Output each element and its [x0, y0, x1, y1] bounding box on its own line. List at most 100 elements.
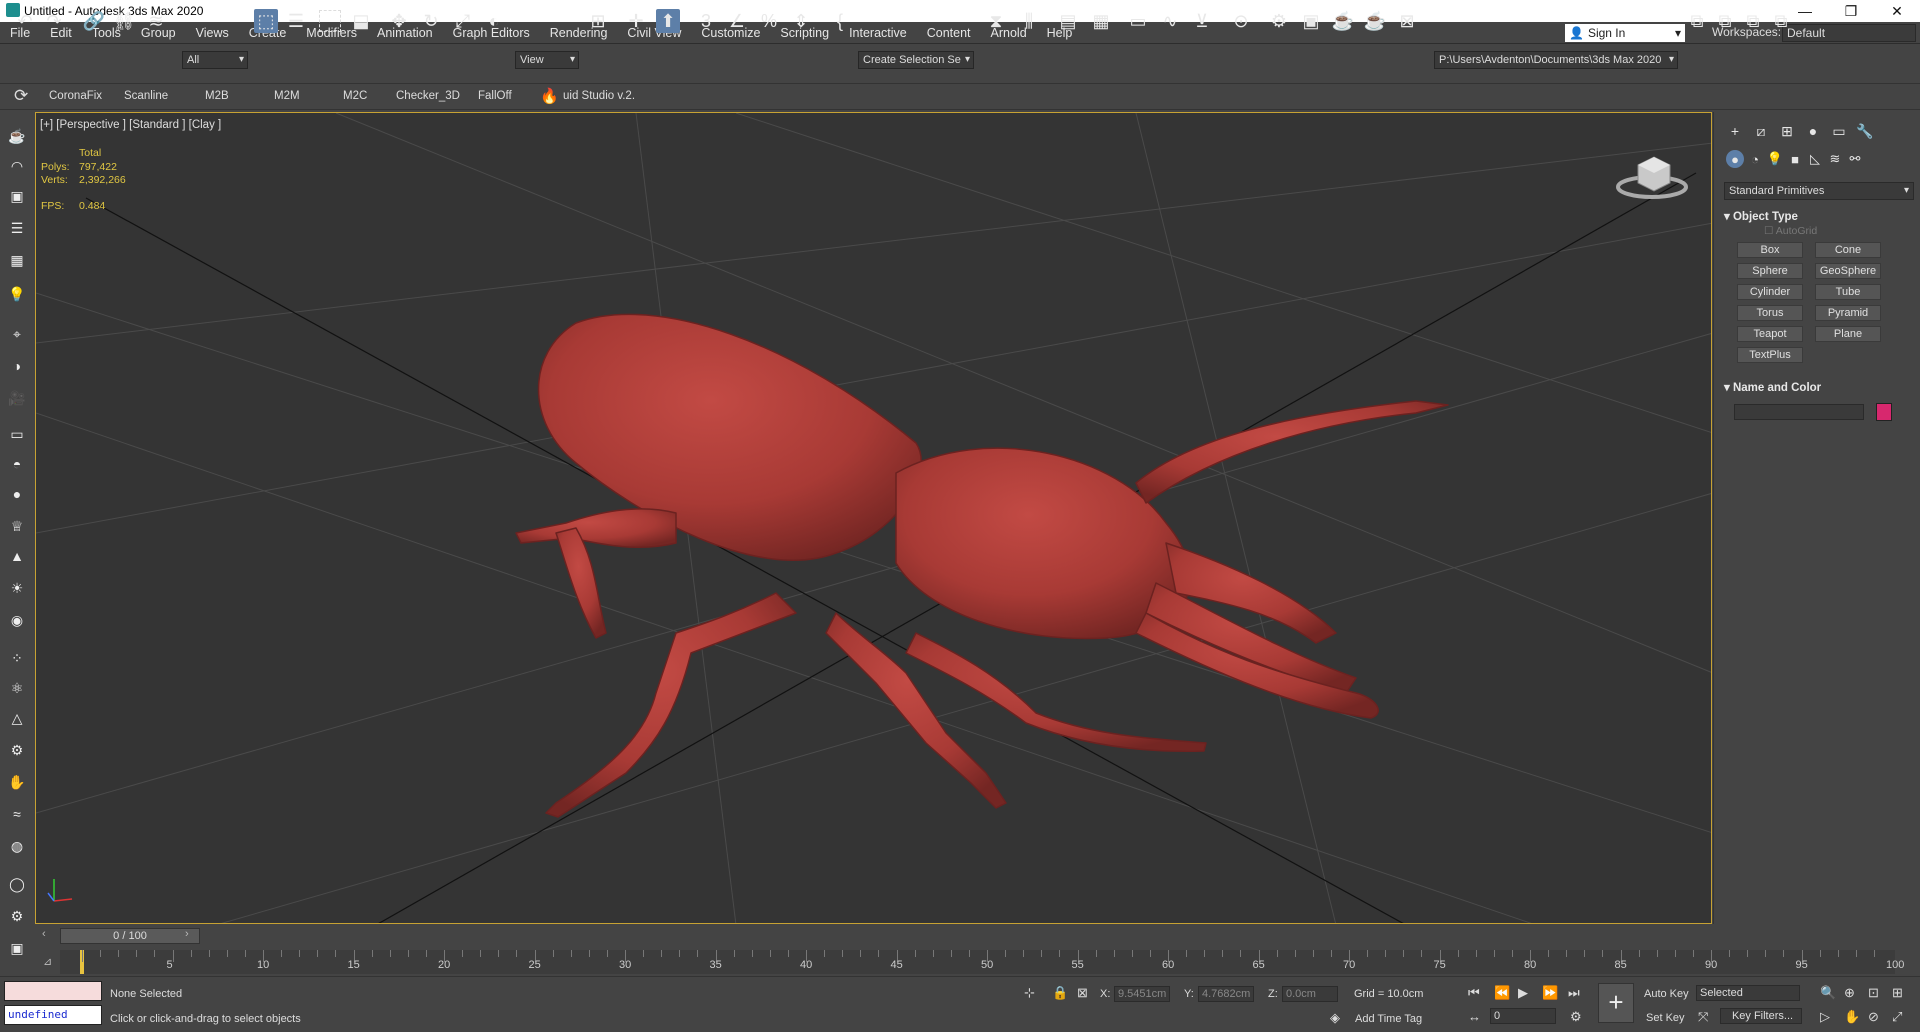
- molecule-icon[interactable]: ⚛: [7, 678, 27, 698]
- restore-icon[interactable]: ❐: [1828, 0, 1874, 22]
- object-name-input[interactable]: [1734, 404, 1864, 420]
- helper-icon[interactable]: ◑: [7, 356, 27, 376]
- absolute-mode-icon[interactable]: ⊠: [1077, 985, 1088, 1001]
- curve-editor-icon[interactable]: ∿: [1158, 9, 1182, 33]
- container-close-icon[interactable]: ⧉: [1741, 9, 1765, 33]
- object-type-rollout[interactable]: ▾ Object Type: [1724, 209, 1914, 223]
- angle-snap-icon[interactable]: ∠: [725, 9, 749, 33]
- y-coordinate-field[interactable]: 4.7682cm: [1198, 986, 1254, 1002]
- cameras-icon[interactable]: ■: [1786, 150, 1804, 168]
- camera-icon[interactable]: ⌖: [7, 324, 27, 344]
- edit-named-selection-icon[interactable]: {: [828, 9, 852, 33]
- hair-icon[interactable]: ≈: [7, 804, 27, 824]
- key-filters-button[interactable]: Key Filters...: [1720, 1008, 1802, 1024]
- dome-icon[interactable]: ◓: [7, 454, 27, 474]
- pan-icon[interactable]: ✋: [1844, 1009, 1860, 1025]
- z-coordinate-field[interactable]: 0.0cm: [1282, 986, 1338, 1002]
- helpers-icon[interactable]: ◺: [1806, 150, 1824, 168]
- box-icon[interactable]: ▭: [7, 424, 27, 444]
- list-icon[interactable]: ☰: [7, 218, 27, 238]
- gear-icon[interactable]: ⚙: [7, 740, 27, 760]
- set-key-mode-icon[interactable]: ⤧: [1698, 1009, 1708, 1025]
- isolate-selection-icon[interactable]: ⊹: [1024, 985, 1035, 1001]
- settings-icon[interactable]: ⚙: [7, 906, 27, 926]
- object-category-dropdown[interactable]: Standard Primitives: [1724, 182, 1914, 200]
- tool-m2m[interactable]: M2M: [274, 90, 300, 102]
- material-ball-icon[interactable]: ◉: [7, 610, 27, 630]
- maxscript-output[interactable]: undefined: [4, 1005, 102, 1025]
- project-folder-dropdown[interactable]: P:\Users\Avdenton\Documents\3ds Max 2020: [1434, 51, 1678, 69]
- play-icon[interactable]: ▶: [1518, 985, 1528, 1001]
- zoom-icon[interactable]: 🔍: [1820, 985, 1836, 1001]
- curve-editor-mini-icon[interactable]: ⊿: [43, 955, 52, 968]
- selection-filter-dropdown[interactable]: All: [182, 51, 248, 69]
- key-mode-dropdown[interactable]: Selected: [1696, 985, 1800, 1001]
- geometry-icon[interactable]: ●: [1726, 150, 1744, 168]
- zoom-extents-all-icon[interactable]: ⊞: [1892, 985, 1903, 1001]
- snaps-toggle-icon[interactable]: 3: [694, 9, 718, 33]
- shapes-icon[interactable]: ◔: [1746, 150, 1764, 168]
- material-editor-icon[interactable]: ⊙: [1229, 9, 1253, 33]
- set-key-big-button[interactable]: +: [1598, 983, 1634, 1023]
- schematic-view-icon[interactable]: ⊻: [1190, 9, 1214, 33]
- torus-button[interactable]: Torus: [1737, 305, 1803, 321]
- zoom-extents-icon[interactable]: ⊡: [1868, 985, 1879, 1001]
- window-crossing-icon[interactable]: ⬓: [349, 9, 373, 33]
- reference-coordinate-dropdown[interactable]: View: [515, 51, 579, 69]
- pivot-center-icon[interactable]: ⊞: [586, 9, 610, 33]
- viewcube-icon[interactable]: [1616, 147, 1692, 201]
- time-slider[interactable]: 0 / 100: [60, 928, 200, 944]
- placement-icon[interactable]: ◐: [482, 9, 506, 33]
- tool-fluid-studio[interactable]: uid Studio v.2.: [563, 90, 635, 102]
- rotate-icon[interactable]: ↻: [419, 9, 443, 33]
- plane-button[interactable]: Plane: [1815, 326, 1881, 342]
- box-button[interactable]: Box: [1737, 242, 1803, 258]
- modify-tab-icon[interactable]: ⧄: [1752, 122, 1770, 140]
- basket-icon[interactable]: ♕: [7, 516, 27, 536]
- prev-frame-icon[interactable]: ‹: [42, 928, 46, 940]
- tool-scanline[interactable]: Scanline: [124, 90, 168, 102]
- move-icon[interactable]: ✥: [387, 9, 411, 33]
- named-selection-dropdown[interactable]: Create Selection Se: [858, 51, 974, 69]
- globe-icon[interactable]: ◯: [7, 874, 27, 894]
- systems-icon[interactable]: ⚯: [1846, 150, 1864, 168]
- next-frame-icon[interactable]: ⏩: [1542, 985, 1558, 1001]
- fire-icon[interactable]: 🔥: [540, 87, 559, 105]
- cone-icon[interactable]: ▲: [7, 546, 27, 566]
- toggle-ribbon-icon[interactable]: ▭: [1126, 9, 1150, 33]
- tool-m2b[interactable]: M2B: [205, 90, 229, 102]
- set-key-button[interactable]: Set Key: [1646, 1012, 1685, 1024]
- textplus-button[interactable]: TextPlus: [1737, 347, 1803, 363]
- tool-checker-3d[interactable]: Checker_3D: [396, 90, 460, 102]
- bind-space-warp-icon[interactable]: ≋: [144, 9, 168, 33]
- render-production-icon[interactable]: ☕: [1331, 9, 1355, 33]
- tool-m2c[interactable]: M2C: [343, 90, 367, 102]
- key-mode-icon[interactable]: ↔: [1468, 1009, 1481, 1024]
- particles-icon[interactable]: ⁘: [7, 648, 27, 668]
- render-icon[interactable]: ▣: [7, 938, 27, 958]
- previous-frame-icon[interactable]: ⏪: [1494, 985, 1510, 1001]
- goto-start-icon[interactable]: ⏮: [1468, 985, 1480, 1001]
- sphere-button[interactable]: Sphere: [1737, 263, 1803, 279]
- lights-icon[interactable]: 💡: [1766, 150, 1784, 168]
- menu-views[interactable]: Views: [186, 22, 239, 44]
- selection-lock-icon[interactable]: 🔒: [1052, 985, 1068, 1001]
- teapot-icon[interactable]: ☕: [7, 126, 27, 146]
- workspace-dropdown[interactable]: Default: [1782, 24, 1916, 42]
- grid-icon[interactable]: ▦: [7, 250, 27, 270]
- container-icon[interactable]: ⧉: [1685, 9, 1709, 33]
- close-icon[interactable]: ✕: [1874, 0, 1920, 22]
- x-coordinate-field[interactable]: 9.5451cm: [1114, 986, 1170, 1002]
- viewport-label[interactable]: [+] [Perspective ] [Standard ] [Clay ]: [40, 119, 221, 131]
- field-of-view-icon[interactable]: ▷: [1820, 1009, 1830, 1025]
- container-open-icon[interactable]: ⧉: [1713, 9, 1737, 33]
- layer-explorer-icon[interactable]: ▦: [1089, 9, 1113, 33]
- current-frame-field[interactable]: 0: [1490, 1008, 1556, 1024]
- rendered-frame-window-icon[interactable]: ▣: [1299, 9, 1323, 33]
- sun-icon[interactable]: ☀: [7, 578, 27, 598]
- add-time-tag-button[interactable]: Add Time Tag: [1355, 1013, 1422, 1025]
- undo-icon[interactable]: ↶: [13, 9, 37, 33]
- time-ruler[interactable]: 5 10 15 20 25 30 35 40 45 50 55 60 65 70 75 80 85 90 95 100: [60, 950, 1904, 974]
- create-tab-icon[interactable]: +: [1726, 122, 1744, 140]
- pyramid-button[interactable]: Pyramid: [1815, 305, 1881, 321]
